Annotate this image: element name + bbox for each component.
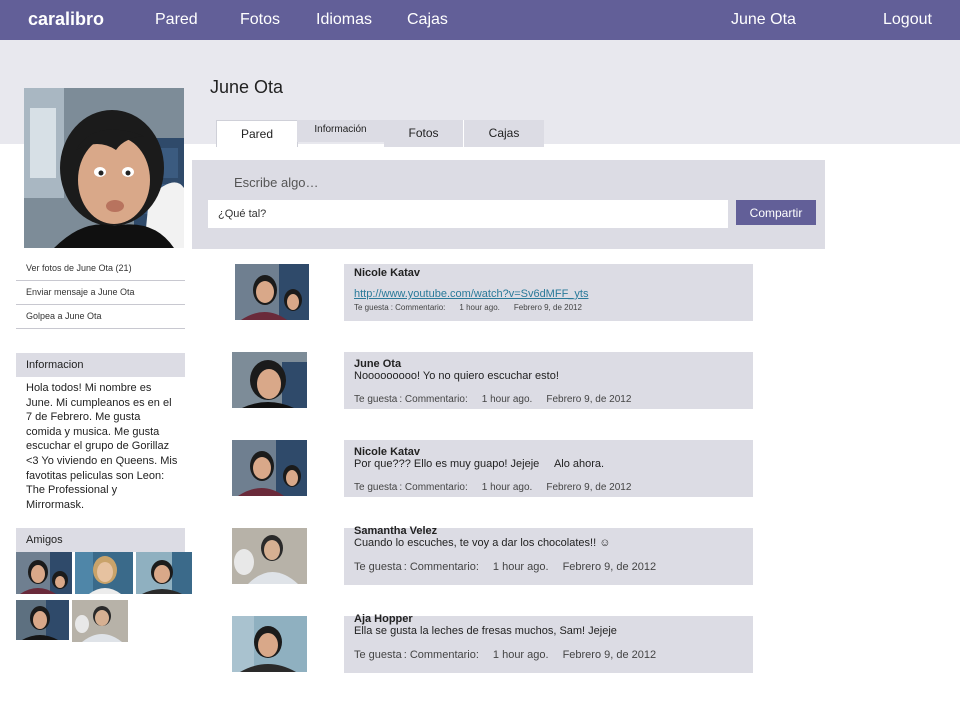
post-meta: Te guesta: Commentario: 1 hour ago. Febrer… (354, 561, 753, 573)
post-card: Samantha Velez Cuando lo escuches, te vo… (344, 525, 753, 585)
status-input[interactable] (208, 200, 728, 228)
post-avatar-image (232, 616, 307, 672)
post-author[interactable]: June Ota (354, 358, 753, 370)
status-composer: Escribe algo… Compartir (192, 160, 825, 249)
post-author[interactable]: Samantha Velez (354, 525, 753, 537)
like-link[interactable]: Te guesta (354, 482, 397, 493)
comment-link[interactable]: : Commentario: (399, 394, 467, 405)
comment-link[interactable]: : Commentario: (404, 649, 479, 661)
post-text: Ella se gusta la leches de fresas muchos… (354, 625, 617, 637)
like-link[interactable]: Te guesta (354, 561, 402, 573)
friend-photo-image (136, 552, 192, 594)
post-author[interactable]: Nicole Katav (354, 267, 753, 279)
post-avatar-image (235, 264, 309, 320)
post-meta: Te guesta: Commentario: 1 hour ago. Febrer… (354, 482, 753, 493)
post-avatar[interactable] (232, 528, 307, 584)
post-time: 1 hour ago. (481, 394, 533, 405)
like-link[interactable]: Te guesta (354, 649, 402, 661)
post-link[interactable]: http://www.youtube.com/watch?v=Sv6dMFF_y… (354, 288, 753, 300)
post-date: Febrero 9, de 2012 (546, 394, 632, 405)
info-heading: Informacion (16, 353, 185, 377)
send-message-link[interactable]: Enviar mensaje a June Ota (16, 281, 185, 305)
friends-heading: Amigos (16, 528, 185, 552)
post-avatar-image (232, 440, 307, 496)
friend-photo-image (72, 600, 128, 642)
tab-pared[interactable]: Pared (216, 120, 298, 147)
post-avatar[interactable] (235, 264, 309, 320)
post-author[interactable]: Aja Hopper (354, 613, 753, 625)
post-avatar-image (232, 528, 307, 584)
post-avatar[interactable] (232, 440, 307, 496)
tab-informacion[interactable]: Información (297, 120, 384, 142)
nav-user-name[interactable]: June Ota (731, 11, 796, 29)
like-link[interactable]: Te guesta (354, 394, 397, 405)
post-time: 1 hour ago. (481, 482, 533, 493)
friend-photo[interactable] (136, 552, 192, 594)
nav-idiomas[interactable]: Idiomas (316, 11, 372, 29)
post-time: 1 hour ago. (492, 561, 549, 573)
composer-prompt: Escribe algo… (234, 175, 319, 190)
info-text: Hola todos! Mi nombre es June. Mi cumple… (26, 382, 178, 511)
post-card: Nicole Katav http://www.youtube.com/watc… (344, 264, 753, 321)
comment-link[interactable]: : Commentario: (391, 303, 446, 312)
friend-photo-image (75, 552, 133, 594)
post-avatar-image (232, 352, 307, 408)
post-card: Aja Hopper Ella se gusta la leches de fr… (344, 613, 753, 673)
view-photos-link[interactable]: Ver fotos de June Ota (21) (16, 257, 185, 281)
friend-photo-image (16, 600, 69, 640)
post-text: Por que??? Ello es muy guapo! Jejeje Alo… (354, 458, 605, 470)
profile-photo[interactable] (24, 88, 184, 248)
tab-cajas-label: Cajas (488, 126, 520, 140)
poke-link[interactable]: Golpea a June Ota (16, 305, 185, 329)
post-card: June Ota Nooooooooo! Yo no quiero escuch… (344, 352, 753, 409)
friend-photo[interactable] (72, 600, 128, 642)
like-link[interactable]: Te guesta (354, 303, 389, 312)
post-date: Febrero 9, de 2012 (513, 303, 582, 312)
brand-logo[interactable]: caralibro (28, 9, 104, 30)
post-text: Nooooooooo! Yo no quiero escuchar esto! (354, 370, 559, 382)
friend-photo-image (16, 552, 72, 594)
comment-link[interactable]: : Commentario: (399, 482, 467, 493)
friend-photo[interactable] (75, 552, 133, 594)
post-time: 1 hour ago. (492, 649, 549, 661)
nav-cajas[interactable]: Cajas (407, 11, 448, 29)
top-nav-bar: caralibro Pared Fotos Idiomas Cajas June… (0, 0, 960, 40)
tab-cajas[interactable]: Cajas (464, 120, 544, 147)
post-date: Febrero 9, de 2012 (546, 482, 632, 493)
share-button[interactable]: Compartir (736, 200, 816, 225)
post-author[interactable]: Nicole Katav (354, 446, 753, 458)
nav-pared[interactable]: Pared (155, 11, 198, 29)
post-avatar[interactable] (232, 352, 307, 408)
tab-fotos-label: Fotos (408, 126, 439, 140)
post-avatar[interactable] (232, 616, 307, 672)
comment-link[interactable]: : Commentario: (404, 561, 479, 573)
tab-pared-label: Pared (240, 127, 274, 141)
post-date: Febrero 9, de 2012 (562, 561, 657, 573)
friend-photo[interactable] (16, 600, 69, 640)
post-time: 1 hour ago. (459, 303, 500, 312)
post-meta: Te guesta: Commentario: 1 hour ago. Febrer… (354, 649, 753, 661)
profile-portrait-image (24, 88, 184, 248)
post-card: Nicole Katav Por que??? Ello es muy guap… (344, 440, 753, 497)
profile-name: June Ota (210, 77, 284, 97)
tab-fotos[interactable]: Fotos (384, 120, 464, 147)
tab-informacion-label: Información (314, 124, 367, 135)
friend-photo[interactable] (16, 552, 72, 594)
post-meta: Te guesta: Commentario: 1 hour ago. Febrer… (354, 394, 753, 405)
page: caralibro Pared Fotos Idiomas Cajas June… (0, 0, 960, 720)
logout-link[interactable]: Logout (883, 11, 932, 29)
nav-fotos[interactable]: Fotos (240, 11, 280, 29)
post-date: Febrero 9, de 2012 (562, 649, 657, 661)
post-meta: Te guesta: Commentario: 1 hour ago. Febrer… (354, 303, 753, 312)
post-text: Cuando lo escuches, te voy a dar los cho… (354, 537, 611, 549)
